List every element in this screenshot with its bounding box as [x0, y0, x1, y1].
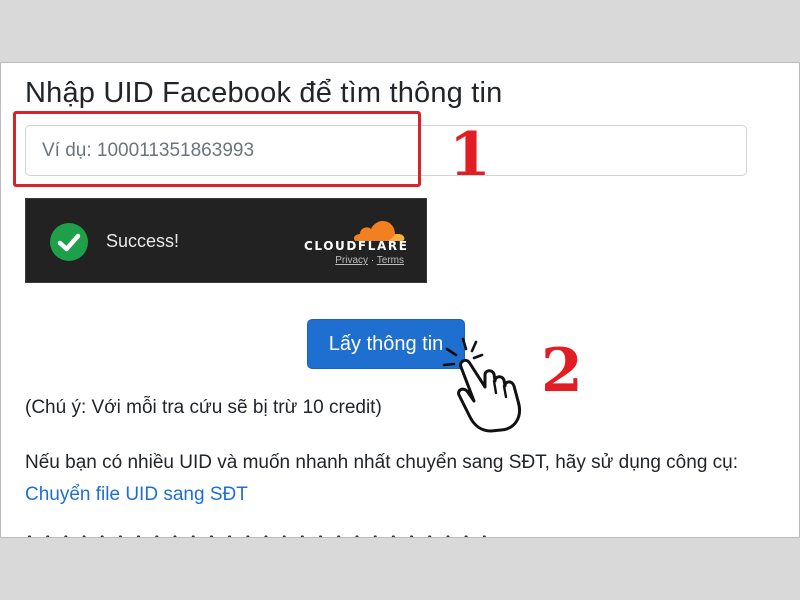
- captcha-links: Privacy · Terms: [304, 255, 404, 266]
- cut-off-text-glyphs: ^ ^ ^ ^ ^ ^ ^ ^ ^ ^ ^ ^ ^ ^ ^ ^ ^ ^ ^ ^ …: [25, 533, 545, 537]
- cut-off-text: ^ ^ ^ ^ ^ ^ ^ ^ ^ ^ ^ ^ ^ ^ ^ ^ ^ ^ ^ ^ …: [25, 529, 545, 537]
- bulk-uid-text: Nếu bạn có nhiều UID và muốn nhanh nhất …: [25, 452, 739, 473]
- links-separator: ·: [370, 255, 375, 266]
- convert-uid-link[interactable]: Chuyển file UID sang SĐT: [25, 484, 248, 505]
- terms-link[interactable]: Terms: [377, 255, 404, 266]
- browser-page: Nhập UID Facebook để tìm thông tin 1 Suc…: [0, 62, 800, 538]
- captcha-status: Success!: [106, 231, 180, 251]
- bulk-uid-info: Nếu bạn có nhiều UID và muốn nhanh nhất …: [25, 447, 775, 511]
- step-1-marker: 1: [449, 120, 491, 190]
- step-2-marker: 2: [541, 336, 583, 406]
- uid-input[interactable]: [25, 125, 747, 176]
- page-title: Nhập UID Facebook để tìm thông tin: [25, 77, 503, 109]
- credit-note: (Chú ý: Với mỗi tra cứu sẽ bị trừ 10 cre…: [25, 397, 382, 418]
- check-icon: [50, 223, 88, 261]
- cloudflare-wordmark: CLOUDFLARE: [304, 239, 409, 253]
- cloudflare-logo: CLOUDFLARE Privacy · Terms: [304, 215, 414, 273]
- privacy-link[interactable]: Privacy: [335, 255, 368, 266]
- cloudflare-captcha-widget[interactable]: Success! CLOUDFLARE Privacy · Terms: [25, 198, 427, 283]
- hand-pointer-icon: [442, 337, 521, 433]
